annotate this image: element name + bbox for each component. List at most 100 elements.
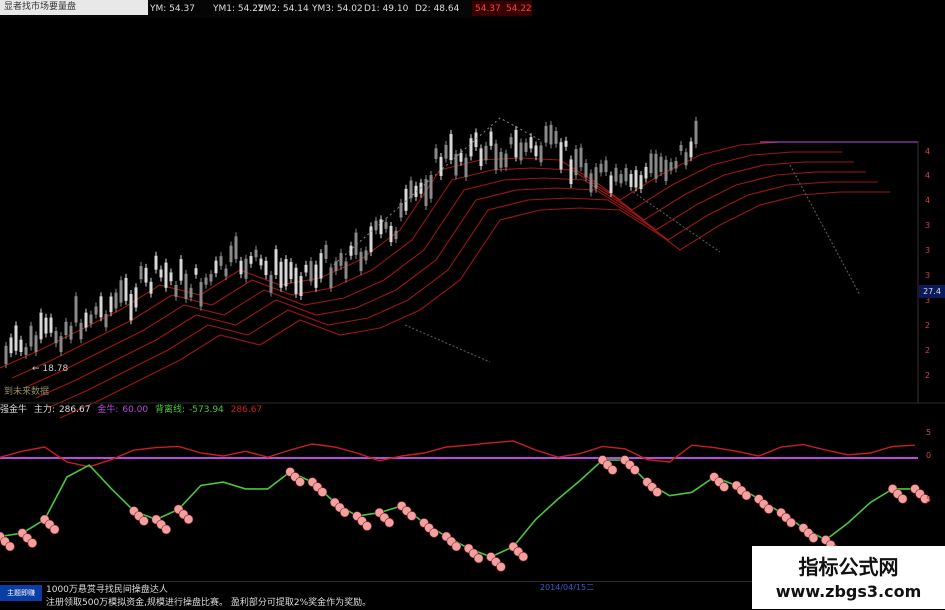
candle-body bbox=[299, 276, 303, 297]
signal-ball bbox=[5, 541, 15, 552]
candle-body bbox=[599, 163, 603, 173]
candle-body bbox=[264, 260, 268, 276]
brand-badge[interactable]: 主题即赚 bbox=[0, 585, 42, 601]
signal-ball bbox=[139, 516, 149, 526]
signal-ball bbox=[317, 487, 328, 497]
candle-body bbox=[329, 267, 333, 289]
candle-body bbox=[559, 142, 563, 170]
signal-ball bbox=[339, 507, 350, 518]
signal-ball bbox=[295, 477, 305, 487]
candle-body bbox=[174, 284, 178, 297]
ad-line-2[interactable]: 注册领取500万模拟资金,规模进行操盘比赛。 盈利部分可提取2%奖金作为奖励。 bbox=[46, 595, 371, 608]
signal-ball bbox=[630, 465, 640, 475]
candle-body bbox=[254, 249, 258, 258]
price-axis: 4 4 4 3 3 3 3 2 2 2 bbox=[918, 141, 945, 403]
divergence-value: -573.94 bbox=[189, 405, 224, 415]
candle-body bbox=[259, 258, 263, 266]
signal-ball bbox=[429, 528, 439, 538]
candle-body bbox=[179, 259, 183, 281]
candle-body bbox=[44, 317, 48, 334]
candle-body bbox=[634, 170, 638, 188]
candle-body bbox=[584, 163, 588, 178]
candle-body bbox=[449, 133, 453, 161]
signal-ball bbox=[652, 487, 662, 497]
ytick: 2 bbox=[925, 346, 931, 355]
signal-ball bbox=[473, 553, 484, 564]
candle-body bbox=[69, 325, 73, 340]
candle-body bbox=[239, 260, 243, 275]
candle-body bbox=[309, 261, 313, 282]
signal-ball bbox=[496, 562, 506, 572]
divergence-label: 背离线: bbox=[155, 405, 186, 415]
current-price-tag: 27.4 bbox=[919, 285, 945, 298]
candle-body bbox=[359, 251, 363, 272]
candle-body bbox=[339, 252, 343, 266]
candle-body bbox=[549, 124, 553, 145]
candle-body bbox=[244, 258, 248, 279]
signal-ball bbox=[763, 504, 774, 514]
site-watermark: 指标公式网 www.zbgs3.com bbox=[752, 546, 945, 609]
candle-body bbox=[59, 336, 63, 352]
candle-body bbox=[29, 325, 33, 347]
candle-body bbox=[454, 153, 458, 176]
low-price-label: ← 18.78 bbox=[32, 364, 69, 374]
candle-body bbox=[194, 268, 198, 275]
candle-body bbox=[209, 274, 213, 282]
signal-ball bbox=[451, 541, 462, 552]
candle-body bbox=[379, 219, 383, 235]
candle-body bbox=[589, 173, 593, 193]
signal-ball bbox=[362, 521, 372, 531]
candle-body bbox=[674, 160, 678, 169]
indicator-name: 强金牛 bbox=[0, 405, 28, 415]
candle-body bbox=[319, 253, 323, 279]
candle-body bbox=[489, 131, 493, 146]
ytick: 3 bbox=[925, 271, 931, 280]
ytick: 4 bbox=[925, 171, 931, 180]
candle-body bbox=[684, 152, 688, 166]
candle-body bbox=[269, 274, 273, 293]
candle-body bbox=[109, 296, 113, 313]
candle-body bbox=[99, 296, 103, 318]
ma-line bbox=[0, 141, 830, 369]
candle-body bbox=[689, 141, 693, 158]
candle-body bbox=[219, 256, 223, 266]
candle-body bbox=[114, 292, 118, 309]
candle-body bbox=[389, 225, 393, 243]
candle-body bbox=[574, 149, 578, 176]
candle-body bbox=[649, 153, 653, 174]
main-force-label: 主力: bbox=[33, 405, 55, 415]
candle-body bbox=[494, 143, 498, 170]
candle-body bbox=[279, 261, 283, 288]
future-data-label[interactable]: 到未来数据 bbox=[4, 384, 49, 397]
ytick: 4 bbox=[925, 147, 931, 156]
candle-body bbox=[89, 314, 93, 324]
candle-body bbox=[669, 162, 673, 171]
candle-body bbox=[564, 140, 568, 147]
candle-body bbox=[49, 317, 53, 333]
candle-body bbox=[474, 132, 478, 148]
signal-ball bbox=[786, 517, 796, 528]
indicator-title-bar: 强金牛 主力: 286.67 金牛: 60.00 背离线: -573.94 286.6… bbox=[0, 403, 280, 417]
price-chart-canvas[interactable] bbox=[0, 0, 945, 609]
candle-body bbox=[374, 220, 378, 231]
ad-line-1[interactable]: 1000万悬赏寻找民间操盘达人 bbox=[46, 582, 168, 595]
golden-bull-label: 金牛: bbox=[97, 405, 119, 415]
candle-body bbox=[129, 293, 133, 321]
candle-body bbox=[424, 179, 428, 207]
signal-ball bbox=[406, 511, 417, 521]
ma-line bbox=[23, 161, 854, 389]
candle-body bbox=[344, 261, 348, 279]
candle-body bbox=[434, 148, 438, 159]
signal-ball bbox=[607, 465, 618, 475]
ind-ytick: 0 bbox=[926, 451, 932, 460]
candle-body bbox=[659, 156, 663, 173]
candle-body bbox=[529, 137, 533, 149]
watermark-url: www.zbgs3.com bbox=[775, 582, 922, 601]
candle-body bbox=[554, 131, 558, 144]
ytick: 2 bbox=[925, 321, 931, 330]
candle-body bbox=[384, 222, 388, 229]
ind-ytick: 5 bbox=[926, 495, 932, 504]
candle-body bbox=[249, 256, 253, 264]
watermark-title: 指标公式网 bbox=[798, 555, 899, 579]
candle-body bbox=[539, 145, 543, 163]
